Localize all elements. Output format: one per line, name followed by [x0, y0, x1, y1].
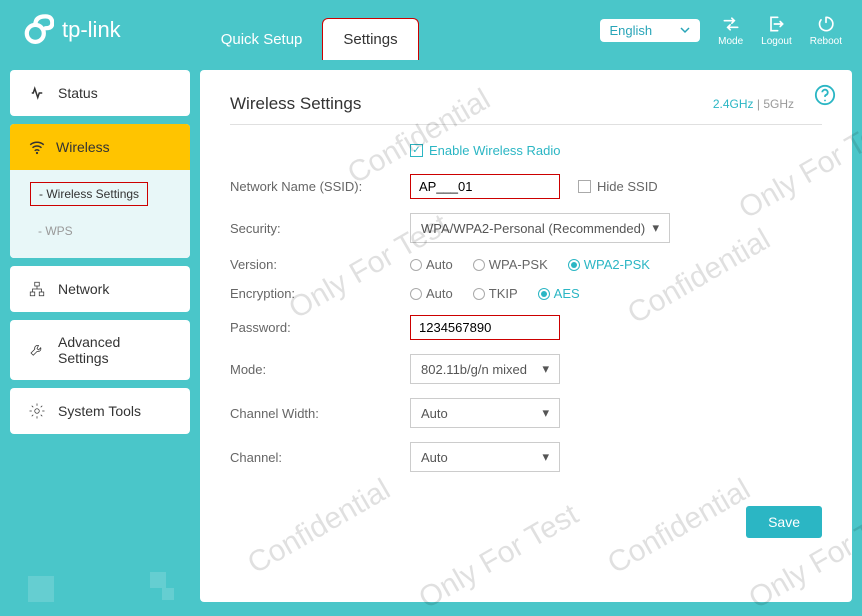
help-icon[interactable] — [814, 84, 836, 106]
ssid-input[interactable] — [410, 174, 560, 199]
tab-quick-setup[interactable]: Quick Setup — [201, 19, 323, 60]
channel-select[interactable]: Auto▾ — [410, 442, 560, 472]
brand-logo: tp-link — [20, 13, 121, 47]
sidebar: Status Wireless - Wireless Settings - WP… — [0, 60, 200, 612]
encryption-auto-radio[interactable]: Auto — [410, 286, 453, 301]
watermark: Only For Test — [733, 108, 862, 226]
chevron-down-icon — [680, 25, 690, 35]
main-panel: Wireless Settings 2.4GHz | 5GHz ✓ Enable… — [200, 70, 852, 602]
sidebar-subitem-wireless-settings[interactable]: - Wireless Settings — [30, 182, 148, 206]
watermark: Confidential — [602, 473, 756, 582]
sidebar-item-status[interactable]: Status — [10, 70, 190, 116]
wrench-icon — [28, 341, 46, 359]
chevron-down-icon: ▾ — [542, 449, 549, 465]
sidebar-subitem-wps[interactable]: - WPS — [10, 216, 190, 246]
version-wpa-radio[interactable]: WPA-PSK — [473, 257, 548, 272]
tplink-logo-icon — [20, 13, 54, 47]
version-wpa2-radio[interactable]: WPA2-PSK — [568, 257, 650, 272]
band-switch[interactable]: 2.4GHz | 5GHz — [713, 97, 794, 111]
tab-settings[interactable]: Settings — [322, 18, 418, 60]
decor-square — [28, 576, 54, 602]
reboot-button[interactable]: Reboot — [810, 14, 842, 47]
sidebar-item-network[interactable]: Network — [10, 266, 190, 312]
save-button[interactable]: Save — [746, 506, 822, 538]
sidebar-item-system[interactable]: System Tools — [10, 388, 190, 434]
sidebar-item-advanced[interactable]: Advanced Settings — [10, 320, 190, 380]
encryption-tkip-radio[interactable]: TKIP — [473, 286, 518, 301]
hide-ssid-checkbox[interactable]: Hide SSID — [578, 179, 658, 194]
sidebar-item-wireless[interactable]: Wireless — [10, 124, 190, 170]
brand-text: tp-link — [62, 17, 121, 43]
mode-button[interactable]: Mode — [718, 14, 743, 47]
security-select[interactable]: WPA/WPA2-Personal (Recommended) ▾ — [410, 213, 670, 243]
enable-wireless-checkbox[interactable]: ✓ Enable Wireless Radio — [410, 143, 822, 158]
band-24[interactable]: 2.4GHz — [713, 97, 754, 111]
channel-label: Channel: — [230, 450, 410, 465]
mode-label: Mode: — [230, 362, 410, 377]
band-5[interactable]: 5GHz — [763, 97, 794, 111]
gear-icon — [28, 402, 46, 420]
password-input[interactable] — [410, 315, 560, 340]
logout-icon — [766, 14, 786, 34]
mode-icon — [721, 14, 741, 34]
checkbox-icon — [578, 180, 591, 193]
watermark: Confidential — [242, 473, 396, 582]
checkbox-icon: ✓ — [410, 144, 423, 157]
encryption-label: Encryption: — [230, 286, 410, 301]
logout-button[interactable]: Logout — [761, 14, 792, 47]
chevron-down-icon: ▾ — [652, 220, 659, 236]
ssid-label: Network Name (SSID): — [230, 179, 410, 194]
version-label: Version: — [230, 257, 410, 272]
security-label: Security: — [230, 221, 410, 236]
page-title: Wireless Settings — [230, 94, 361, 114]
encryption-aes-radio[interactable]: AES — [538, 286, 580, 301]
version-auto-radio[interactable]: Auto — [410, 257, 453, 272]
chevron-down-icon: ▾ — [542, 405, 549, 421]
mode-select[interactable]: 802.11b/g/n mixed▾ — [410, 354, 560, 384]
decor-square — [150, 572, 166, 588]
watermark: Only For Test — [413, 498, 584, 616]
status-icon — [28, 84, 46, 102]
reboot-icon — [816, 14, 836, 34]
language-label: English — [610, 23, 653, 38]
network-icon — [28, 280, 46, 298]
wireless-icon — [28, 138, 46, 156]
language-select[interactable]: English — [600, 19, 701, 42]
decor-square — [162, 588, 174, 600]
channel-width-label: Channel Width: — [230, 406, 410, 421]
chevron-down-icon: ▾ — [542, 361, 549, 377]
channel-width-select[interactable]: Auto▾ — [410, 398, 560, 428]
password-label: Password: — [230, 320, 410, 335]
